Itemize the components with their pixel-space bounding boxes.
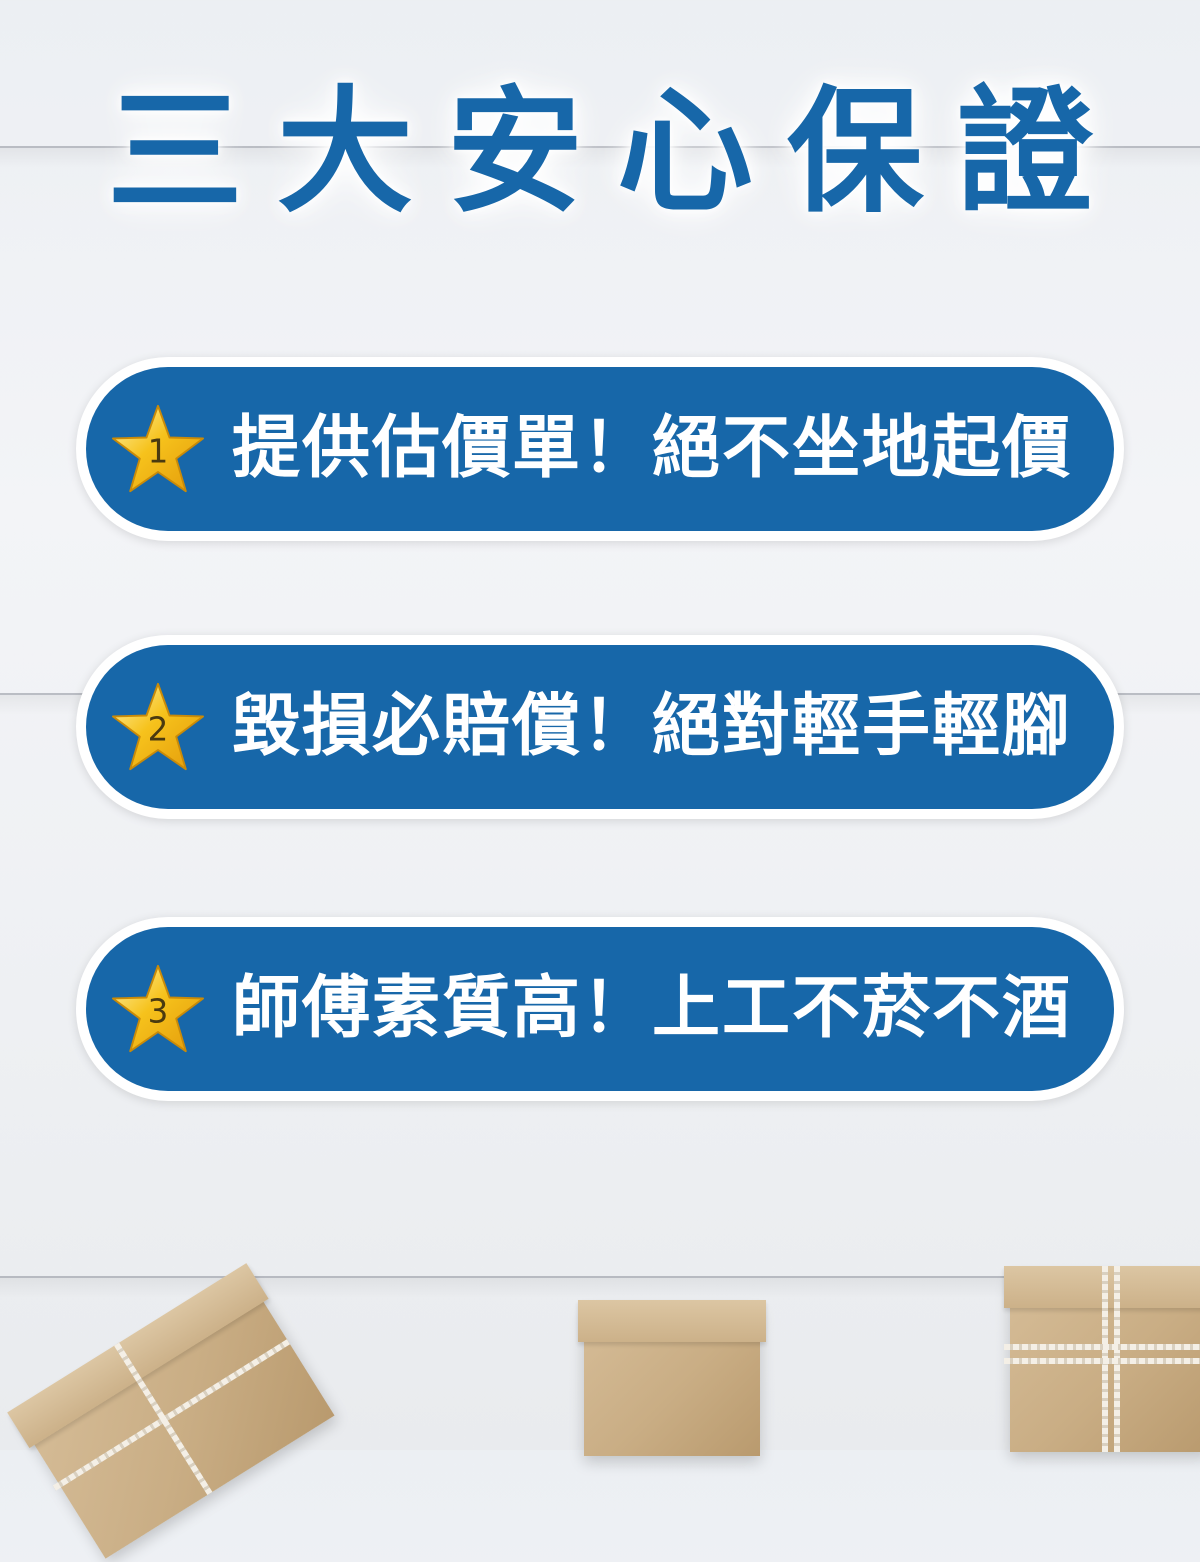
box-twine: [1004, 1358, 1200, 1364]
gift-box-icon: [7, 1263, 335, 1559]
gift-box-icon: [1004, 1266, 1200, 1452]
guarantee-text: 師傅素質高！上工不菸不酒: [232, 969, 1073, 1048]
box-twine: [1004, 1344, 1200, 1350]
guarantee-text: 提供估價單！絕不坐地起價: [232, 409, 1073, 488]
guarantee-pill: 2 毀損必賠償！絕對輕手輕腳: [86, 645, 1114, 809]
guarantee-pill: 3 師傅素質高！上工不菸不酒: [86, 927, 1114, 1091]
page-title: 三大安心保證: [107, 74, 1127, 232]
star-icon: 2: [110, 681, 206, 773]
star-icon: 1: [110, 403, 206, 495]
gift-box-icon: [578, 1300, 766, 1456]
star-number: 2: [148, 710, 169, 748]
star-number: 3: [148, 992, 169, 1030]
guarantee-text: 毀損必賠償！絕對輕手輕腳: [232, 687, 1073, 766]
guarantee-item-3: 3 師傅素質高！上工不菸不酒: [76, 917, 1124, 1101]
star-icon: 3: [110, 963, 206, 1055]
guarantee-item-2: 2 毀損必賠償！絕對輕手輕腳: [76, 635, 1124, 819]
guarantee-pill: 1 提供估價單！絕不坐地起價: [86, 367, 1114, 531]
star-number: 1: [148, 432, 169, 470]
guarantee-item-1: 1 提供估價單！絕不坐地起價: [76, 357, 1124, 541]
box-lid: [578, 1300, 766, 1342]
